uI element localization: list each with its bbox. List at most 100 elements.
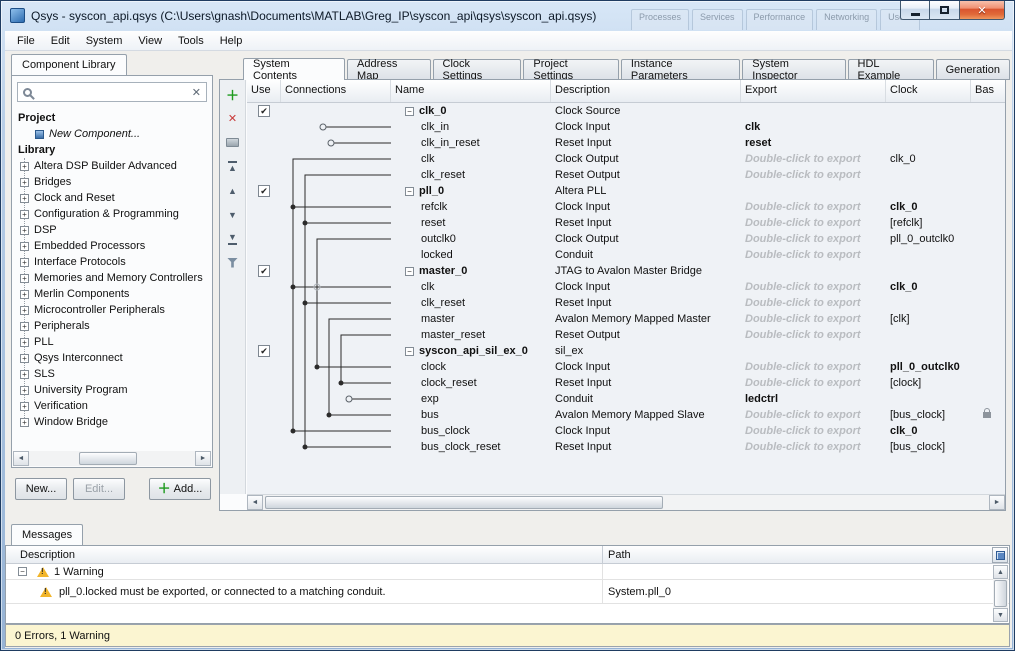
maximize-button[interactable] xyxy=(930,1,959,20)
move-top-icon[interactable]: ▲ xyxy=(224,158,242,175)
use-checkbox[interactable]: ✔ xyxy=(258,265,270,277)
warning-group-row[interactable]: − 1 Warning xyxy=(6,564,1009,580)
tab-system-contents[interactable]: System Contents xyxy=(243,58,345,80)
export-hint[interactable]: Double-click to export xyxy=(745,297,861,309)
clock-value[interactable]: clk_0 xyxy=(890,425,918,437)
tree-item-new-component[interactable]: New Component... xyxy=(15,126,209,142)
menu-file[interactable]: File xyxy=(9,33,43,49)
scroll-thumb[interactable] xyxy=(994,580,1007,607)
collapse-icon[interactable]: − xyxy=(405,267,414,276)
add-icon[interactable]: ＋ xyxy=(224,86,242,103)
collapse-icon[interactable]: − xyxy=(405,187,414,196)
new-component-button[interactable]: New... xyxy=(15,478,67,500)
export-hint[interactable]: Double-click to export xyxy=(745,169,861,181)
export-hint[interactable]: Double-click to export xyxy=(745,153,861,165)
tree-item-microcontroller-peripherals[interactable]: +Microcontroller Peripherals xyxy=(15,302,209,318)
export-hint[interactable]: Double-click to export xyxy=(745,281,861,293)
tree-item-qsys-interconnect[interactable]: +Qsys Interconnect xyxy=(15,350,209,366)
scroll-thumb[interactable] xyxy=(265,496,663,509)
expand-icon[interactable]: + xyxy=(20,194,29,203)
clock-value[interactable]: [clock] xyxy=(890,377,921,389)
tree-item-bridges[interactable]: +Bridges xyxy=(15,174,209,190)
tab-generation[interactable]: Generation xyxy=(936,59,1010,80)
tree-item-peripherals[interactable]: +Peripherals xyxy=(15,318,209,334)
messages-options-button[interactable] xyxy=(992,547,1008,563)
tab-project-settings[interactable]: Project Settings xyxy=(523,59,618,80)
clock-value[interactable]: [bus_clock] xyxy=(890,441,945,453)
edit-component-button[interactable]: Edit... xyxy=(73,478,125,500)
expand-icon[interactable]: + xyxy=(20,226,29,235)
tree-item-sls[interactable]: +SLS xyxy=(15,366,209,382)
expand-icon[interactable]: + xyxy=(20,402,29,411)
scroll-left-arrow[interactable]: ◄ xyxy=(247,495,263,510)
tab-component-library[interactable]: Component Library xyxy=(11,54,127,75)
use-checkbox[interactable]: ✔ xyxy=(258,185,270,197)
lock-icon[interactable] xyxy=(983,412,991,418)
move-bottom-icon[interactable]: ▼ xyxy=(224,230,242,247)
clock-value[interactable]: [bus_clock] xyxy=(890,409,945,421)
tree-item-embedded-processors[interactable]: +Embedded Processors xyxy=(15,238,209,254)
filter-icon[interactable] xyxy=(224,254,242,271)
titlebar[interactable]: ProcessesServicesPerformanceNetworkingUs… xyxy=(1,1,1014,31)
tree-item-university-program[interactable]: +University Program xyxy=(15,382,209,398)
export-value[interactable]: reset xyxy=(745,137,771,149)
tree-item-configuration-programming[interactable]: +Configuration & Programming xyxy=(15,206,209,222)
menu-tools[interactable]: Tools xyxy=(170,33,212,49)
export-hint[interactable]: Double-click to export xyxy=(745,361,861,373)
tree-item-window-bridge[interactable]: +Window Bridge xyxy=(15,414,209,430)
clock-value[interactable]: clk_0 xyxy=(890,201,918,213)
tab-instance-parameters[interactable]: Instance Parameters xyxy=(621,59,740,80)
tree-item-memories-and-memory-controllers[interactable]: +Memories and Memory Controllers xyxy=(15,270,209,286)
expand-icon[interactable]: + xyxy=(20,386,29,395)
scroll-thumb[interactable] xyxy=(79,452,137,465)
expand-icon[interactable]: + xyxy=(20,338,29,347)
expand-icon[interactable]: + xyxy=(20,418,29,427)
tab-clock-settings[interactable]: Clock Settings xyxy=(433,59,522,80)
export-hint[interactable]: Double-click to export xyxy=(745,217,861,229)
move-up-icon[interactable]: ▲ xyxy=(224,182,242,199)
export-hint[interactable]: Double-click to export xyxy=(745,441,861,453)
expand-icon[interactable]: + xyxy=(20,290,29,299)
use-checkbox[interactable]: ✔ xyxy=(258,105,270,117)
tree-library-label[interactable]: Library xyxy=(15,142,209,158)
tree-item-dsp[interactable]: +DSP xyxy=(15,222,209,238)
tab-messages[interactable]: Messages xyxy=(11,524,83,545)
tree-item-clock-and-reset[interactable]: +Clock and Reset xyxy=(15,190,209,206)
expand-icon[interactable]: + xyxy=(20,322,29,331)
scroll-right-arrow[interactable]: ► xyxy=(195,451,211,466)
scroll-down-arrow[interactable]: ▼ xyxy=(993,608,1008,622)
collapse-icon[interactable]: − xyxy=(405,107,414,116)
warning-message-row[interactable]: pll_0.locked must be exported, or connec… xyxy=(6,580,1009,604)
collapse-icon[interactable]: − xyxy=(405,347,414,356)
export-hint[interactable]: Double-click to export xyxy=(745,201,861,213)
add-component-button[interactable]: ＋Add... xyxy=(149,478,211,500)
expand-icon[interactable]: + xyxy=(20,274,29,283)
tab-system-inspector[interactable]: System Inspector xyxy=(742,59,845,80)
export-value[interactable]: ledctrl xyxy=(745,393,778,405)
export-hint[interactable]: Double-click to export xyxy=(745,377,861,389)
export-hint[interactable]: Double-click to export xyxy=(745,409,861,421)
connection-point[interactable] xyxy=(320,124,326,130)
clock-value[interactable]: pll_0_outclk0 xyxy=(890,233,954,245)
expand-icon[interactable]: + xyxy=(20,162,29,171)
scroll-up-arrow[interactable]: ▲ xyxy=(993,565,1008,579)
scroll-right-arrow[interactable]: ► xyxy=(989,495,1005,510)
tree-item-merlin-components[interactable]: +Merlin Components xyxy=(15,286,209,302)
expand-icon[interactable]: + xyxy=(20,354,29,363)
collapse-icon[interactable]: − xyxy=(18,567,27,576)
expand-icon[interactable]: + xyxy=(20,258,29,267)
connection-point[interactable] xyxy=(346,396,352,402)
menu-system[interactable]: System xyxy=(78,33,131,49)
expand-icon[interactable]: + xyxy=(20,242,29,251)
export-hint[interactable]: Double-click to export xyxy=(745,329,861,341)
remove-icon[interactable]: ✕ xyxy=(224,110,242,127)
clear-search-icon[interactable]: ✕ xyxy=(192,86,201,99)
tab-hdl-example[interactable]: HDL Example xyxy=(848,59,934,80)
expand-icon[interactable]: + xyxy=(20,178,29,187)
tree-item-interface-protocols[interactable]: +Interface Protocols xyxy=(15,254,209,270)
tree-project-label[interactable]: Project xyxy=(15,110,209,126)
expand-icon[interactable]: + xyxy=(20,306,29,315)
use-checkbox[interactable]: ✔ xyxy=(258,345,270,357)
menu-edit[interactable]: Edit xyxy=(43,33,78,49)
expand-icon[interactable]: + xyxy=(20,370,29,379)
